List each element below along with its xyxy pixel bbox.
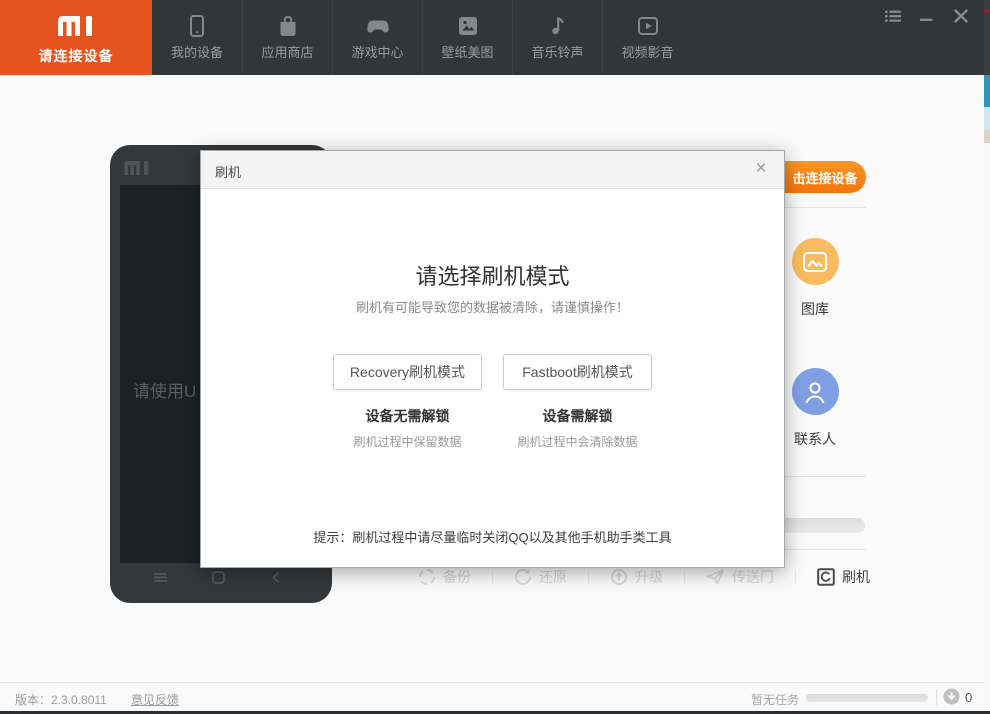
- mode-fastboot: Fastboot刷机模式 设备需解锁 刷机过程中会清除数据: [493, 354, 663, 450]
- tab-label: 音乐铃声: [531, 45, 584, 60]
- wallpaper-icon: [458, 17, 477, 35]
- connect-device-button[interactable]: 击连接设备: [784, 161, 866, 193]
- flash-icon: [817, 568, 835, 586]
- device-icon: [190, 15, 204, 37]
- tab-label: 我的设备: [170, 45, 223, 60]
- mode-options: Recovery刷机模式 设备无需解锁 刷机过程中保留数据 Fastboot刷机…: [201, 354, 784, 450]
- main-tabs: 我的设备 应用商店 游戏中心 壁纸美图 音乐铃声 视频影音: [152, 0, 692, 75]
- recovery-mode-button[interactable]: Recovery刷机模式: [333, 354, 482, 390]
- download-icon[interactable]: [943, 688, 960, 705]
- game-icon: [366, 20, 389, 33]
- fastboot-mode-button[interactable]: Fastboot刷机模式: [503, 354, 652, 390]
- menu-icon[interactable]: [884, 8, 902, 24]
- close-icon[interactable]: [952, 8, 970, 24]
- mode-subtitle: 设备无需解锁: [365, 408, 450, 424]
- phone-mi-logo-icon: [124, 161, 149, 175]
- connect-device-label: 击连接设备: [792, 170, 858, 186]
- divider: [795, 570, 796, 584]
- close-icon[interactable]: ×: [750, 158, 772, 180]
- dialog-heading: 请选择刷机模式: [415, 264, 570, 289]
- shortcut-gallery[interactable]: 图库: [784, 238, 846, 319]
- upgrade-icon: [611, 569, 627, 585]
- divider: [492, 570, 493, 584]
- music-icon: [551, 17, 564, 35]
- home-icon: [212, 571, 225, 584]
- task-progress-bar: [806, 694, 928, 702]
- tab-game-center[interactable]: 游戏中心: [332, 0, 422, 75]
- video-icon: [637, 17, 658, 35]
- gallery-icon: [803, 251, 827, 272]
- back-icon: [272, 571, 280, 584]
- portal-icon: [706, 569, 724, 585]
- toolbar-upgrade-button[interactable]: 升级: [610, 567, 663, 587]
- toolbar-label: 备份: [443, 569, 471, 585]
- tab-music[interactable]: 音乐铃声: [512, 0, 602, 75]
- minimize-icon[interactable]: [918, 8, 936, 24]
- connect-status-text: 请连接设备: [38, 48, 114, 64]
- divider: [784, 476, 866, 477]
- tab-label: 壁纸美图: [441, 45, 494, 60]
- status-bar: 版本：2.3.0.8011 意见反馈 暂无任务 0: [0, 682, 984, 711]
- shortcut-contacts[interactable]: 联系人: [784, 368, 846, 449]
- tab-wallpaper[interactable]: 壁纸美图: [422, 0, 512, 75]
- menu-icon: [154, 573, 167, 582]
- phone-nav-bar: [110, 571, 332, 585]
- toolbar-label: 还原: [539, 569, 567, 585]
- toolbar-label: 传送门: [732, 569, 774, 585]
- mi-logo-icon: [58, 16, 92, 36]
- toolbar-flash-button[interactable]: 刷机: [817, 567, 870, 587]
- contacts-icon: [805, 381, 825, 403]
- divider: [784, 207, 866, 208]
- app-window: 请连接设备 我的设备 应用商店 游戏中心 壁纸美图 音乐铃声 视频影音 请使用U…: [0, 0, 990, 714]
- dialog-titlebar: 刷机 ×: [201, 151, 784, 189]
- feedback-link[interactable]: 意见反馈: [131, 691, 179, 708]
- download-count: 0: [965, 690, 973, 705]
- mi-suite-window: 请连接设备 我的设备 应用商店 游戏中心 壁纸美图 音乐铃声 视频影音 请使用U…: [0, 0, 984, 711]
- shortcut-label: 图库: [801, 301, 829, 317]
- gallery-circle: [791, 238, 839, 285]
- status-left: 版本：2.3.0.8011 意见反馈: [15, 691, 179, 708]
- tab-my-device[interactable]: 我的设备: [152, 0, 242, 75]
- tab-video[interactable]: 视频影音: [602, 0, 692, 75]
- toolbar-portal-button[interactable]: 传送门: [706, 567, 774, 587]
- version-text: 版本：2.3.0.8011: [15, 693, 107, 707]
- flash-mode-dialog: 刷机 × 请选择刷机模式 刷机有可能导致您的数据被清除，请谨慎操作！ Recov…: [200, 150, 785, 568]
- contacts-circle: [791, 368, 839, 415]
- dialog-warning: 刷机有可能导致您的数据被清除，请谨慎操作！: [355, 300, 629, 315]
- mode-subtitle: 设备需解锁: [542, 408, 613, 424]
- toolbar-restore-button[interactable]: 还原: [514, 567, 567, 587]
- store-icon: [280, 15, 295, 36]
- toolbar-backup-button[interactable]: 备份: [418, 567, 471, 587]
- shortcut-label: 联系人: [794, 431, 836, 447]
- tab-label: 游戏中心: [351, 45, 404, 60]
- task-status-text: 暂无任务: [751, 693, 800, 707]
- divider: [684, 570, 685, 584]
- tab-label: 视频影音: [621, 45, 674, 60]
- dialog-hint: 提示：刷机过程中请尽量临时关闭QQ以及其他手机助手类工具: [313, 530, 672, 545]
- tab-label: 应用商店: [261, 45, 314, 60]
- phone-screen-text: 请使用U: [133, 382, 197, 401]
- restore-icon: [515, 568, 531, 585]
- divider: [588, 570, 589, 584]
- divider: [936, 689, 937, 705]
- tab-app-store[interactable]: 应用商店: [242, 0, 332, 75]
- mode-note: 刷机过程中保留数据: [353, 435, 462, 449]
- window-controls: [884, 8, 970, 24]
- mode-note: 刷机过程中会清除数据: [517, 435, 638, 449]
- home-logo-block[interactable]: 请连接设备: [0, 0, 152, 75]
- mode-recovery: Recovery刷机模式 设备无需解锁 刷机过程中保留数据: [323, 354, 493, 450]
- dialog-title: 刷机: [215, 165, 242, 180]
- toolbar-label: 刷机: [842, 569, 870, 585]
- header: 请连接设备 我的设备 应用商店 游戏中心 壁纸美图 音乐铃声 视频影音: [0, 0, 984, 75]
- divider: [784, 549, 866, 550]
- toolbar-label: 升级: [635, 569, 663, 585]
- backup-icon: [419, 569, 435, 585]
